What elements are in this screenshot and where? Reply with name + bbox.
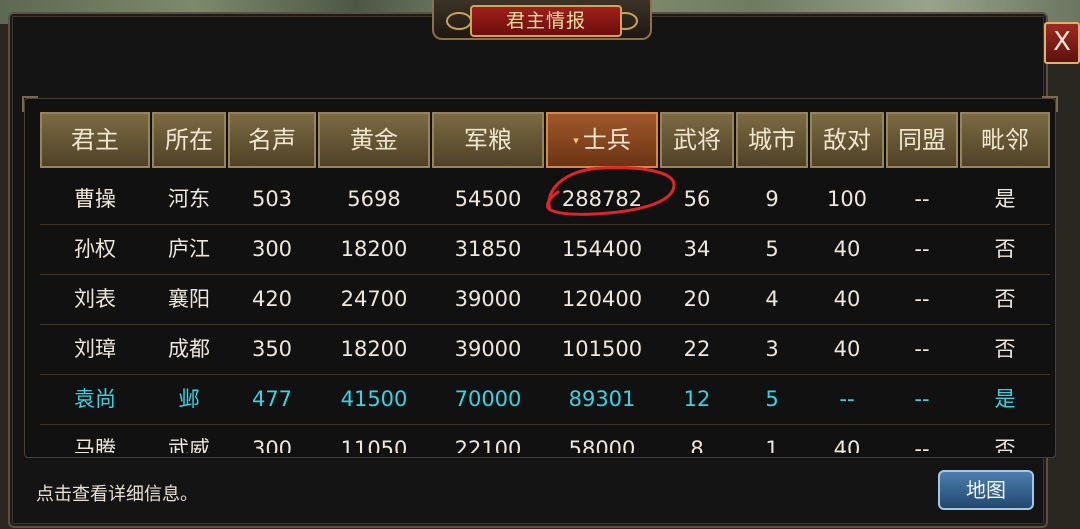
map-button[interactable]: 地图 [938, 470, 1034, 510]
col-header-location[interactable]: 所在 [152, 112, 226, 168]
sort-arrow-icon: ▾ [573, 134, 579, 147]
cell-location: 庐江 [168, 237, 210, 261]
cell-adjacent: 否 [994, 437, 1016, 453]
cell-alliance: -- [914, 237, 930, 261]
cell-food: 54500 [454, 187, 522, 211]
table-row[interactable]: 马腾 武威 300 11050 22100 58000 8 1 40 -- 否 [40, 424, 1050, 453]
cell-food: 39000 [454, 337, 522, 361]
cell-hostile: 100 [826, 187, 868, 211]
cell-generals: 34 [683, 237, 711, 261]
cell-food: 70000 [454, 387, 522, 411]
cell-location: 武威 [168, 437, 210, 453]
col-header-adjacent[interactable]: 毗邻 [960, 112, 1050, 168]
cell-adjacent: 否 [994, 337, 1016, 361]
cell-cities: 3 [765, 337, 779, 361]
cell-hostile: 40 [833, 437, 861, 453]
cell-food: 22100 [454, 437, 522, 453]
cell-alliance: -- [914, 187, 930, 211]
cell-fame: 350 [251, 337, 293, 361]
cell-alliance: -- [914, 387, 930, 411]
ruler-table: 君主 所在 名声 黄金 军粮 ▾ 士兵 武将 城市 敌对 同盟 毗邻 曹操 河东 … [0, 0, 1080, 453]
cell-adjacent: 是 [994, 187, 1016, 211]
cell-cities: 5 [765, 237, 779, 261]
cell-fame: 300 [251, 437, 293, 453]
col-header-food[interactable]: 军粮 [432, 112, 544, 168]
table-row[interactable]: 刘表 襄阳 420 24700 39000 120400 20 4 40 -- … [40, 274, 1050, 325]
cell-fame: 300 [251, 237, 293, 261]
col-header-alliance[interactable]: 同盟 [886, 112, 958, 168]
cell-fame: 477 [251, 387, 293, 411]
cell-food: 39000 [454, 287, 522, 311]
cell-soldiers: 89301 [568, 387, 636, 411]
cell-generals: 8 [690, 437, 704, 453]
cell-soldiers: 58000 [568, 437, 636, 453]
col-header-soldiers-label: 士兵 [582, 126, 631, 154]
cell-cities: 9 [765, 187, 779, 211]
cell-hostile: 40 [833, 337, 861, 361]
cell-ruler: 曹操 [74, 187, 116, 211]
col-header-fame[interactable]: 名声 [228, 112, 316, 168]
cell-cities: 5 [765, 387, 779, 411]
cell-ruler: 马腾 [74, 437, 116, 453]
cell-gold: 24700 [340, 287, 408, 311]
cell-alliance: -- [914, 287, 930, 311]
cell-generals: 56 [683, 187, 711, 211]
cell-food: 31850 [454, 237, 522, 261]
col-header-hostile[interactable]: 敌对 [810, 112, 884, 168]
cell-soldiers: 288782 [561, 187, 643, 211]
cell-soldiers: 101500 [561, 337, 643, 361]
cell-generals: 12 [683, 387, 711, 411]
col-header-ruler[interactable]: 君主 [40, 112, 150, 168]
table-row[interactable]: 孙权 庐江 300 18200 31850 154400 34 5 40 -- … [40, 224, 1050, 275]
footer-hint: 点击查看详细信息。 [36, 484, 198, 505]
cell-gold: 5698 [347, 187, 401, 211]
table-row[interactable]: 刘璋 成都 350 18200 39000 101500 22 3 40 -- … [40, 324, 1050, 375]
cell-generals: 20 [683, 287, 711, 311]
table-row[interactable]: 曹操 河东 503 5698 54500 288782 56 9 100 -- … [40, 174, 1050, 225]
cell-ruler: 孙权 [74, 237, 116, 261]
cell-ruler: 刘表 [74, 287, 116, 311]
table-row-ally[interactable]: 袁尚 邺 477 41500 70000 89301 12 5 -- -- 是 [40, 374, 1050, 425]
cell-gold: 18200 [340, 237, 408, 261]
cell-location: 邺 [178, 387, 200, 411]
cell-adjacent: 否 [994, 237, 1016, 261]
col-header-gold[interactable]: 黄金 [318, 112, 430, 168]
cell-soldiers: 154400 [561, 237, 643, 261]
cell-hostile: -- [839, 387, 855, 411]
cell-gold: 11050 [340, 437, 408, 453]
cell-ruler: 刘璋 [74, 337, 116, 361]
col-header-cities[interactable]: 城市 [736, 112, 808, 168]
cell-hostile: 40 [833, 237, 861, 261]
cell-location: 成都 [168, 337, 210, 361]
cell-alliance: -- [914, 337, 930, 361]
col-header-soldiers[interactable]: ▾ 士兵 [546, 112, 658, 168]
cell-cities: 4 [765, 287, 779, 311]
cell-gold: 18200 [340, 337, 408, 361]
cell-gold: 41500 [340, 387, 408, 411]
cell-alliance: -- [914, 437, 930, 453]
cell-soldiers: 120400 [561, 287, 643, 311]
cell-location: 襄阳 [168, 287, 210, 311]
col-header-generals[interactable]: 武将 [660, 112, 734, 168]
cell-generals: 22 [683, 337, 711, 361]
cell-cities: 1 [765, 437, 779, 453]
cell-hostile: 40 [833, 287, 861, 311]
cell-fame: 503 [251, 187, 293, 211]
cell-adjacent: 否 [994, 287, 1016, 311]
cell-ruler: 袁尚 [74, 387, 116, 411]
cell-adjacent: 是 [994, 387, 1016, 411]
cell-location: 河东 [168, 187, 210, 211]
cell-fame: 420 [251, 287, 293, 311]
